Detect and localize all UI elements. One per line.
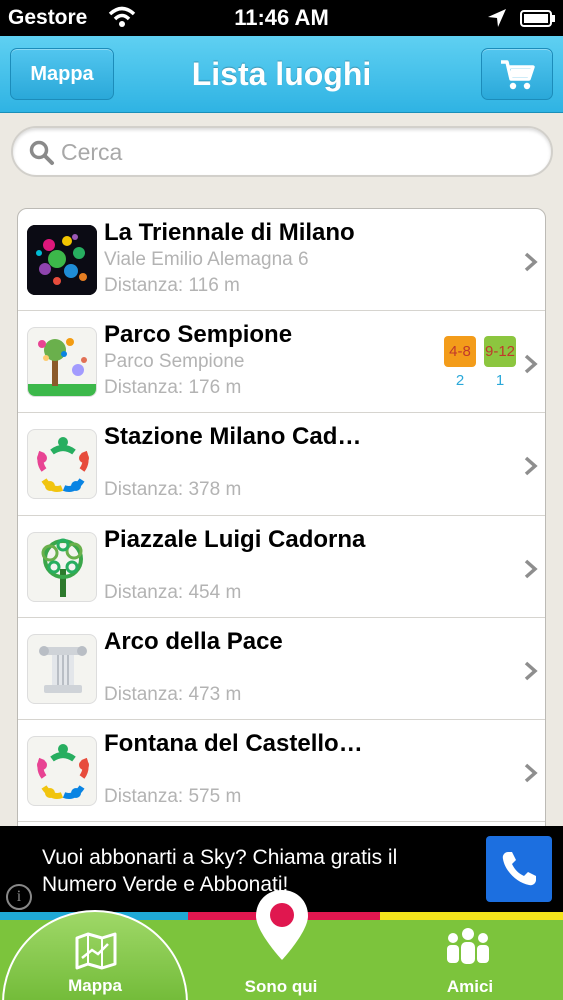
cart-icon: [501, 60, 535, 90]
people-icon: [447, 928, 489, 964]
chevron-right-icon: [524, 661, 538, 681]
chevron-right-icon: [524, 457, 538, 476]
chevron-right-icon: [524, 354, 538, 374]
place-distance: Distanza: 176 m: [104, 377, 242, 399]
call-button[interactable]: [486, 836, 552, 902]
page-title: Lista luoghi: [191, 56, 372, 92]
status-bar: Gestore 11:46 AM: [0, 0, 563, 36]
place-name: Parco Sempione: [104, 321, 293, 349]
park-tree-logo: [27, 327, 97, 398]
list-item[interactable]: Parco Sempione Parco Sempione Distanza: …: [18, 311, 545, 414]
place-name: La Triennale di Milano: [104, 219, 355, 246]
place-distance: Distanza: 378 m: [104, 479, 242, 501]
place-address: Viale Emilio Alemagna 6: [104, 249, 309, 270]
place-distance: Distanza: 116 m: [104, 275, 240, 296]
phone-icon: [502, 852, 536, 886]
chevron-right-icon: [524, 252, 538, 272]
list-item[interactable]: Stazione Milano Cad… Distanza: 378 m: [18, 413, 545, 516]
cart-button[interactable]: [481, 48, 553, 100]
list-item[interactable]: Arco della Pace Distanza: 473 m: [18, 618, 545, 720]
place-distance: Distanza: 473 m: [104, 683, 242, 705]
people-circle-logo: [27, 429, 97, 500]
tab-sono-qui[interactable]: Sono qui: [200, 977, 362, 997]
place-address: Parco Sempione: [104, 351, 245, 373]
list-item[interactable]: Piazzale Luigi Cadorna Distanza: 454 m: [18, 516, 545, 618]
search-bar: [11, 126, 553, 177]
column-logo: [27, 633, 97, 704]
age-badge-9-12: 9-12: [484, 336, 516, 368]
location-arrow-icon: [488, 9, 506, 27]
people-circle-logo: [27, 735, 97, 806]
chevron-right-icon: [524, 559, 538, 578]
clock: 11:46 AM: [234, 5, 329, 30]
chevron-right-icon: [524, 763, 538, 783]
list-item[interactable]: Fontana del Castello… Distanza: 575 m: [18, 720, 545, 823]
map-icon: [75, 932, 117, 970]
age-count: 2: [455, 372, 465, 390]
place-name: Arco della Pace: [104, 627, 283, 655]
place-name: Stazione Milano Cad…: [104, 423, 362, 451]
info-icon[interactable]: i: [6, 884, 32, 910]
places-list: La Triennale di Milano Viale Emilio Alem…: [17, 208, 546, 848]
ad-text: Vuoi abbonarti a Sky? Chiama gratis il N…: [42, 846, 398, 896]
place-name: Piazzale Luigi Cadorna: [104, 525, 366, 553]
tab-amici[interactable]: Amici: [400, 977, 540, 997]
battery-icon: [520, 10, 555, 27]
search-input[interactable]: [61, 134, 531, 170]
place-distance: Distanza: 575 m: [104, 785, 242, 807]
navigation-bar: Mappa Lista luoghi: [0, 36, 563, 113]
pin-icon[interactable]: [253, 888, 311, 962]
place-distance: Distanza: 454 m: [104, 581, 242, 603]
age-badge-4-8: 4-8: [444, 336, 476, 368]
triennale-logo: [27, 225, 97, 295]
search-icon: [29, 140, 54, 165]
age-count: 1: [495, 372, 505, 390]
list-item[interactable]: La Triennale di Milano Viale Emilio Alem…: [18, 209, 545, 312]
tree-logo: [27, 531, 97, 602]
tab-label: Mappa: [68, 976, 122, 995]
place-name: Fontana del Castello…: [104, 729, 363, 757]
